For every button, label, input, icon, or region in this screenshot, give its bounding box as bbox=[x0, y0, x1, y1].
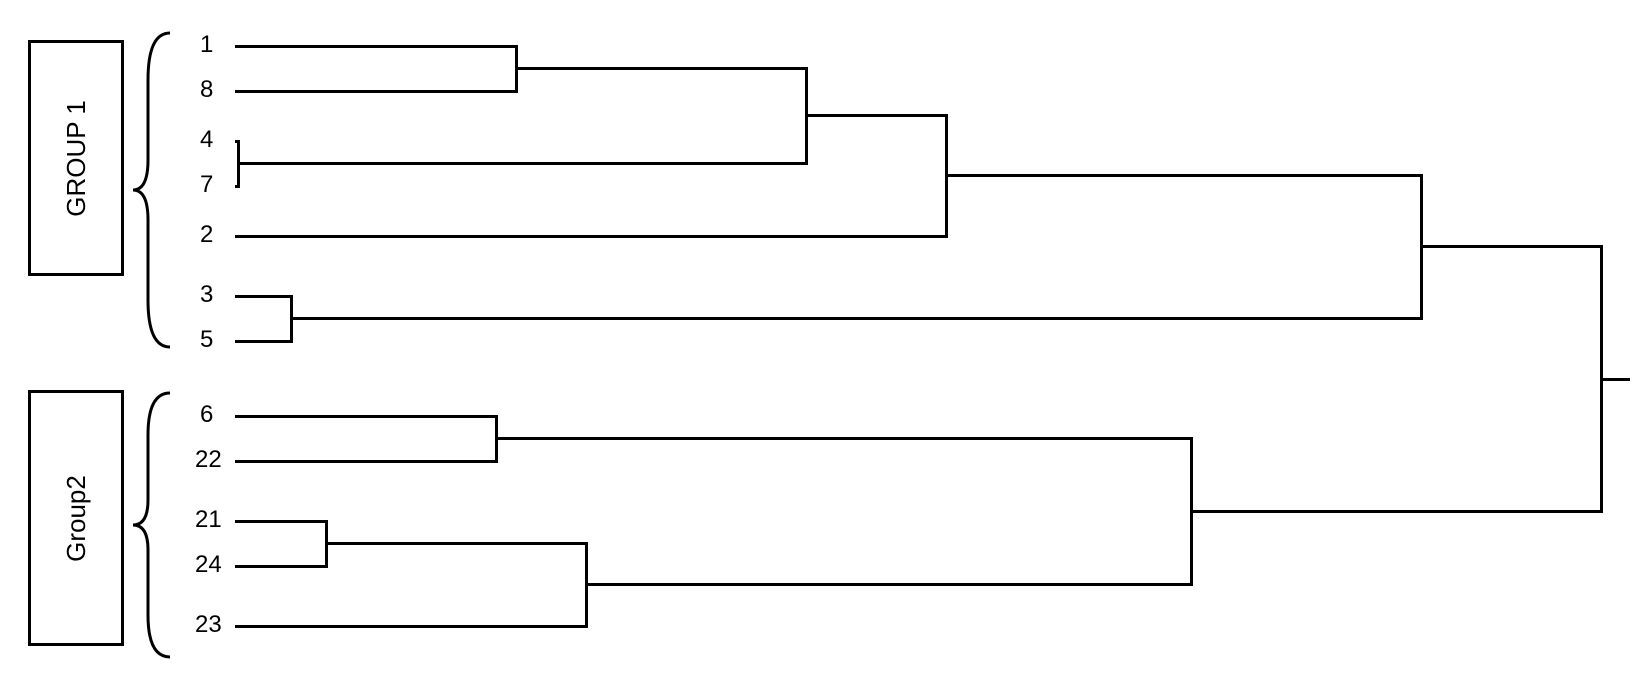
line bbox=[235, 415, 495, 418]
line bbox=[235, 460, 495, 463]
leaf-24: 24 bbox=[195, 553, 222, 577]
leaf-23: 23 bbox=[195, 613, 222, 637]
line bbox=[235, 295, 290, 298]
line bbox=[235, 625, 585, 628]
leaf-4: 4 bbox=[200, 128, 213, 152]
line bbox=[495, 437, 1190, 440]
leaf-1: 1 bbox=[200, 33, 213, 57]
group-1-label: GROUP 1 bbox=[61, 100, 92, 217]
dendrogram-figure: GROUP 1 Group2 1 8 4 7 2 3 5 6 22 21 24 … bbox=[0, 0, 1651, 680]
leaf-6: 6 bbox=[200, 403, 213, 427]
line bbox=[235, 565, 325, 568]
line bbox=[515, 67, 805, 70]
group-1-box: GROUP 1 bbox=[28, 40, 124, 276]
brace-group-1 bbox=[130, 30, 180, 350]
leaf-8: 8 bbox=[200, 78, 213, 102]
line bbox=[1190, 510, 1600, 513]
line bbox=[325, 542, 585, 545]
line bbox=[235, 235, 945, 238]
leaf-7: 7 bbox=[200, 173, 213, 197]
line bbox=[235, 340, 290, 343]
line bbox=[945, 174, 1420, 177]
leaf-5: 5 bbox=[200, 328, 213, 352]
leaf-2: 2 bbox=[200, 223, 213, 247]
leaf-22: 22 bbox=[195, 448, 222, 472]
line bbox=[235, 45, 515, 48]
brace-group-2 bbox=[130, 390, 180, 660]
group-2-label: Group2 bbox=[60, 475, 91, 562]
leaf-21: 21 bbox=[195, 508, 222, 532]
line bbox=[1420, 245, 1600, 248]
line bbox=[235, 520, 325, 523]
line bbox=[1600, 378, 1630, 381]
leaf-3: 3 bbox=[200, 283, 213, 307]
line bbox=[805, 114, 945, 117]
line bbox=[585, 583, 1190, 586]
line bbox=[237, 162, 805, 165]
group-2-box: Group2 bbox=[28, 390, 124, 646]
line bbox=[235, 90, 515, 93]
line bbox=[290, 317, 1420, 320]
